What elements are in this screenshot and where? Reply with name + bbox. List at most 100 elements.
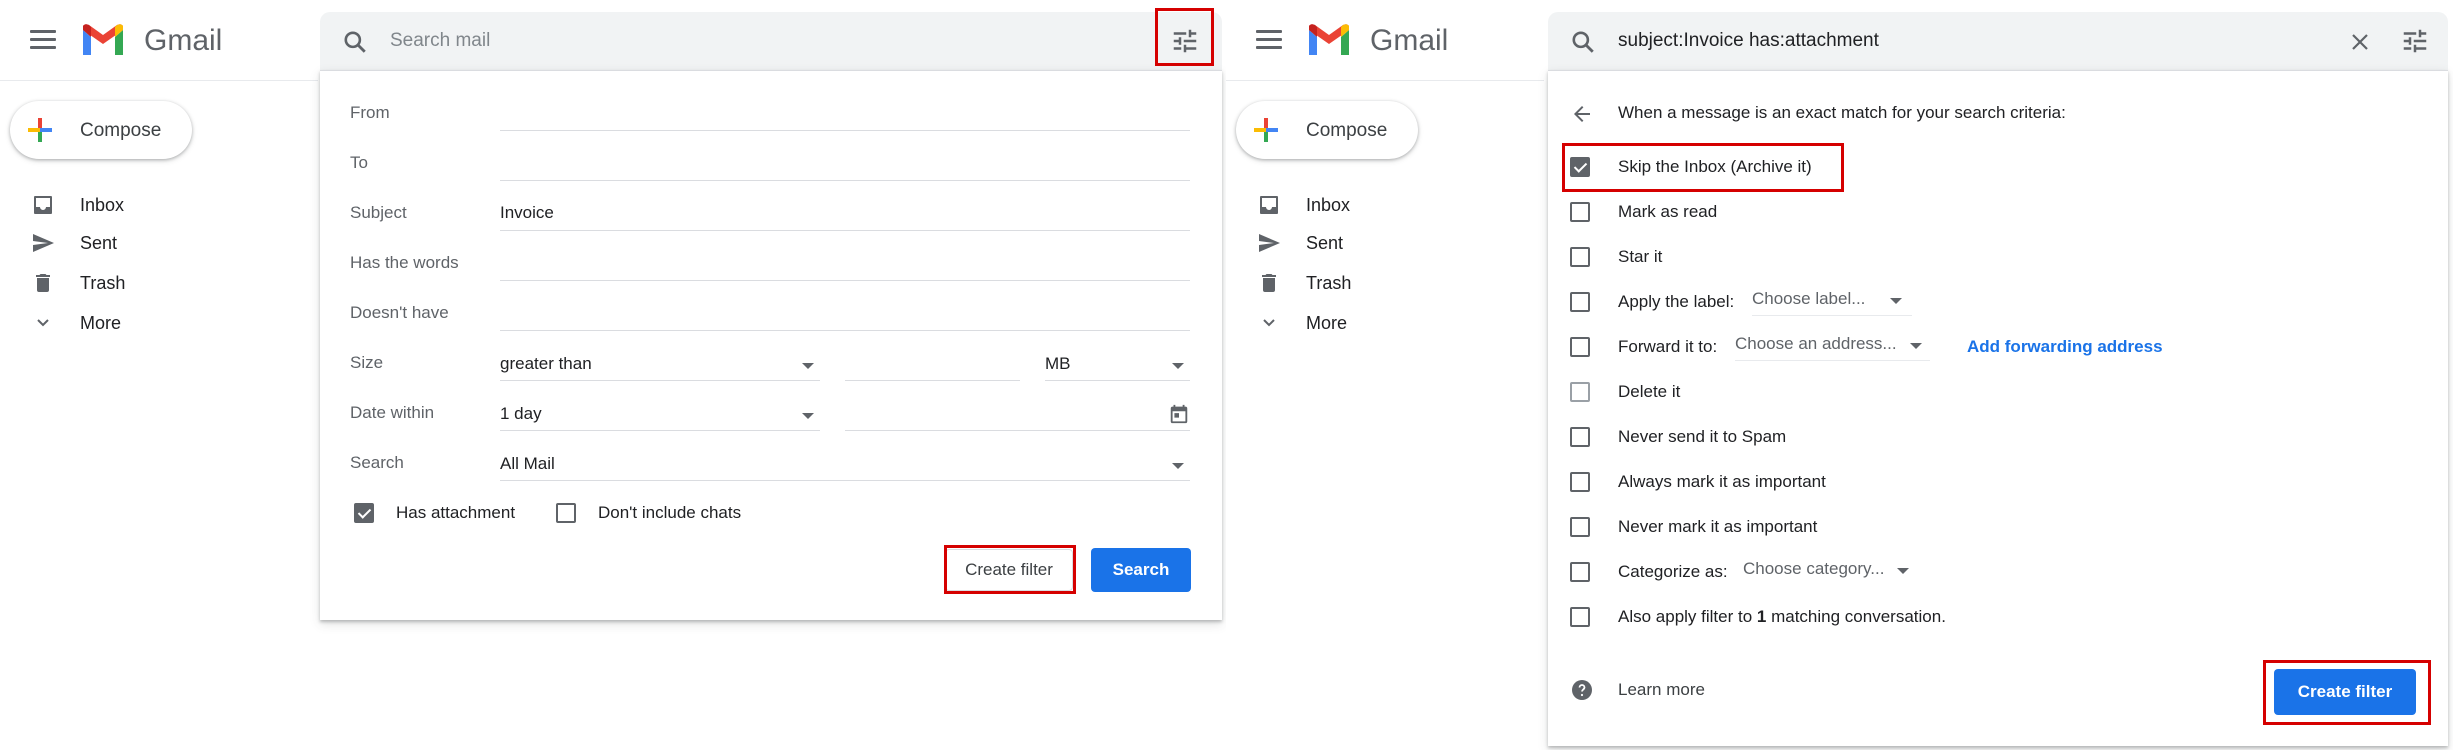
compose-button[interactable]: Compose (1236, 101, 1418, 159)
size-value-input[interactable] (845, 349, 1020, 381)
dropdown-arrow-icon (1910, 343, 1922, 349)
learn-more-link[interactable]: Learn more (1618, 680, 1705, 700)
size-unit-select[interactable]: MB (1045, 349, 1190, 381)
skip-inbox-checkbox[interactable] (1570, 157, 1590, 177)
nav-item-inbox[interactable]: Inbox (30, 190, 310, 220)
apply-label-checkbox[interactable] (1570, 292, 1590, 312)
from-underline (500, 130, 1190, 131)
nav-item-label: More (80, 313, 122, 333)
nav-item-more[interactable]: More (1256, 308, 1536, 338)
date-row: Date within 1 day (350, 399, 1190, 431)
always-important-checkbox[interactable] (1570, 472, 1590, 492)
date-within-select[interactable]: 1 day (500, 399, 820, 431)
nav-item-trash[interactable]: Trash (30, 268, 310, 298)
date-input[interactable] (845, 399, 1190, 431)
add-forwarding-address-link[interactable]: Add forwarding address (1967, 337, 2163, 357)
nav-item-inbox[interactable]: Inbox (1256, 190, 1536, 220)
delete-it-label: Delete it (1618, 382, 1681, 401)
from-field[interactable]: From (350, 99, 1190, 131)
nav-item-trash[interactable]: Trash (1256, 268, 1536, 298)
always-important-label: Always mark it as important (1618, 472, 1826, 491)
create-filter-button[interactable]: Create filter (2274, 669, 2416, 715)
compose-button[interactable]: Compose (10, 101, 192, 159)
search-scope-label: Search (350, 453, 404, 472)
never-spam-checkbox[interactable] (1570, 427, 1590, 447)
main-menu-icon[interactable] (1256, 30, 1282, 50)
search-input[interactable]: subject:Invoice has:attachment (1618, 30, 1879, 52)
has-attachment-checkbox[interactable] (354, 503, 374, 523)
nav-item-label: More (1306, 313, 1348, 333)
dropdown-arrow-icon (802, 413, 814, 419)
search-bar[interactable]: subject:Invoice has:attachment (1548, 12, 2448, 70)
advanced-search-panel: From To Subject Invoice Has the words Do… (320, 70, 1222, 620)
back-arrow-icon[interactable] (1570, 102, 1594, 126)
size-operator-select[interactable]: greater than (500, 349, 820, 381)
to-field[interactable]: To (350, 149, 1190, 181)
size-unit-value: MB (1045, 354, 1071, 373)
close-icon[interactable] (2348, 30, 2372, 54)
has-words-field[interactable]: Has the words (350, 249, 1190, 281)
subject-input[interactable]: Invoice (500, 203, 554, 223)
app-brand: Gmail (1370, 24, 1449, 57)
also-apply-label: Also apply filter to 1 matching conversa… (1618, 607, 1946, 627)
choose-address-value: Choose an address... (1735, 334, 1897, 353)
gmail-logo-icon (83, 24, 123, 55)
create-filter-button[interactable]: Create filter (945, 549, 1073, 591)
choose-address-select[interactable]: Choose an address... (1735, 329, 1930, 361)
gmail-logo-icon (1309, 24, 1349, 55)
search-icon[interactable] (342, 29, 368, 55)
nav-item-label: Trash (1306, 273, 1352, 293)
delete-it-checkbox[interactable] (1570, 382, 1590, 402)
doesnt-have-field[interactable]: Doesn't have (350, 299, 1190, 331)
inbox-icon (34, 196, 52, 214)
nav-item-label: Trash (80, 273, 126, 293)
mark-as-read-checkbox[interactable] (1570, 202, 1590, 222)
nav-item-sent[interactable]: Sent (30, 228, 310, 258)
inbox-icon (1260, 196, 1278, 214)
search-button[interactable]: Search (1091, 548, 1191, 592)
star-it-checkbox[interactable] (1570, 247, 1590, 267)
plus-icon (28, 118, 52, 142)
dont-include-chats-label: Don't include chats (598, 503, 742, 522)
subject-underline (500, 230, 1190, 231)
calendar-icon[interactable] (1168, 403, 1190, 425)
search-input[interactable]: Search mail (390, 30, 490, 52)
subject-field[interactable]: Subject Invoice (350, 199, 1190, 231)
search-icon[interactable] (1570, 29, 1596, 55)
also-apply-count: 1 (1756, 607, 1767, 626)
search-scope-select[interactable]: All Mail (500, 449, 1190, 481)
star-it-label: Star it (1618, 247, 1663, 266)
to-underline (500, 180, 1190, 181)
dropdown-arrow-icon (1897, 568, 1909, 574)
skip-inbox-label: Skip the Inbox (Archive it) (1618, 157, 1812, 176)
also-apply-checkbox[interactable] (1570, 607, 1590, 627)
nav-item-more[interactable]: More (30, 308, 310, 338)
choose-label-select[interactable]: Choose label... (1752, 284, 1912, 316)
search-bar[interactable]: Search mail (320, 12, 1222, 70)
main-menu-icon[interactable] (30, 30, 56, 50)
categorize-label: Categorize as: (1618, 562, 1728, 581)
categorize-checkbox[interactable] (1570, 562, 1590, 582)
dropdown-arrow-icon (1172, 363, 1184, 369)
help-icon[interactable] (1570, 678, 1594, 702)
to-label: To (350, 153, 368, 172)
dont-include-chats-checkbox[interactable] (556, 503, 576, 523)
choose-label-value: Choose label... (1752, 289, 1866, 308)
search-options-icon[interactable] (2400, 26, 2430, 56)
filter-actions-panel: When a message is an exact match for you… (1548, 70, 2448, 746)
nav-item-label: Inbox (1306, 195, 1351, 215)
never-important-checkbox[interactable] (1570, 517, 1590, 537)
header-divider (1226, 80, 1544, 81)
nav-item-label: Sent (1306, 233, 1344, 253)
header-divider (0, 80, 318, 81)
dropdown-arrow-icon (802, 363, 814, 369)
compose-label: Compose (1306, 120, 1388, 141)
choose-category-select[interactable]: Choose category... (1743, 554, 1923, 586)
nav-item-sent[interactable]: Sent (1256, 228, 1536, 258)
forward-checkbox[interactable] (1570, 337, 1590, 357)
compose-label: Compose (80, 120, 162, 141)
trash-icon (1262, 274, 1276, 292)
size-row: Size greater than MB (350, 349, 1190, 381)
never-spam-label: Never send it to Spam (1618, 427, 1787, 446)
search-options-icon[interactable] (1170, 26, 1200, 56)
